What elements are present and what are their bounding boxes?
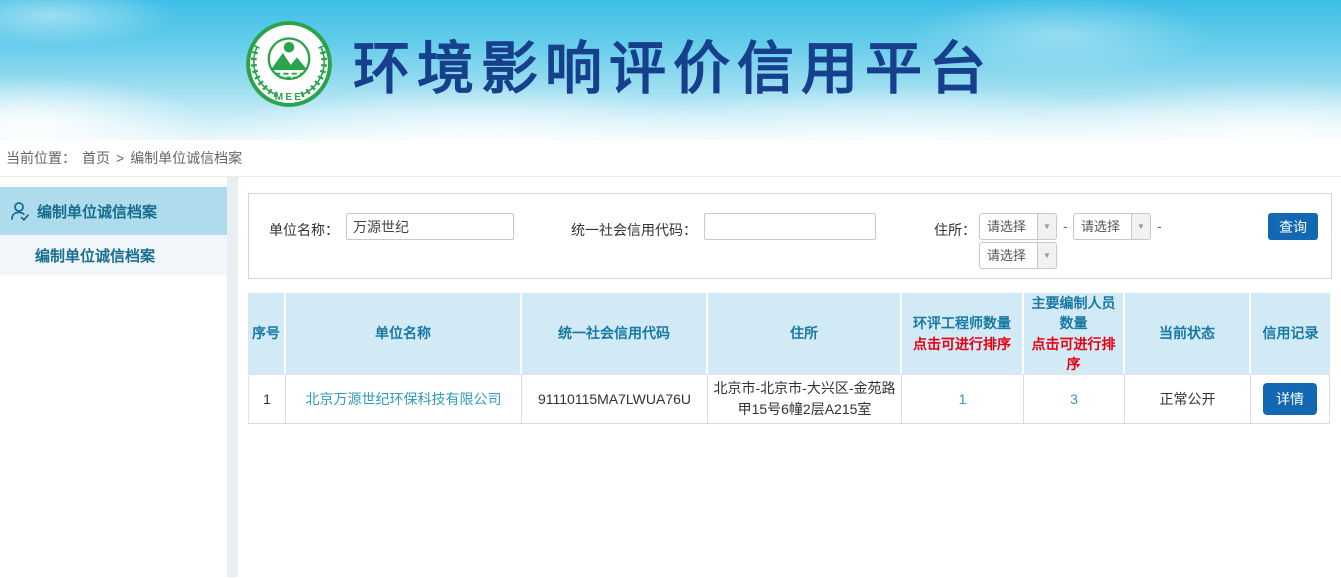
query-button[interactable]: 查询 (1268, 213, 1318, 240)
unit-name-input[interactable] (346, 213, 514, 240)
breadcrumb-separator: > (116, 150, 124, 166)
sidebar-item-label: 编制单位诚信档案 (37, 201, 157, 222)
breadcrumb-current: 编制单位诚信档案 (130, 148, 242, 168)
user-check-icon (8, 199, 32, 223)
breadcrumb: 当前位置： 首页 > 编制单位诚信档案 (0, 140, 1341, 177)
cell-index: 1 (248, 374, 286, 424)
svg-text:MEE: MEE (275, 92, 304, 103)
col-header-staff-count-sortable[interactable]: 主要编制人员数量 点击可进行排序 (1024, 293, 1125, 374)
main-area: 单位名称： 统一社会信用代码： 住所： 请选择 ▼ - 请选择 ▼ - 请选择 … (238, 177, 1341, 577)
sidebar: 编制单位诚信档案 编制单位诚信档案 (0, 177, 227, 577)
city-select[interactable]: 请选择 ▼ (1073, 213, 1151, 240)
col-header-credit-record: 信用记录 (1251, 293, 1330, 374)
cell-status: 正常公开 (1125, 374, 1251, 424)
results-table: 序号 单位名称 统一社会信用代码 住所 环评工程师数量 点击可进行排序 主要编制… (248, 293, 1330, 424)
city-select-value: 请选择 (1074, 214, 1131, 239)
address-label: 住所： (934, 220, 976, 240)
cell-credit-code: 91110115MA7LWUA76U (522, 374, 708, 424)
credit-code-input[interactable] (704, 213, 876, 240)
col-header-engineer-count-sortable[interactable]: 环评工程师数量 点击可进行排序 (902, 293, 1024, 374)
col-header-address: 住所 (708, 293, 902, 374)
sidebar-subitem-label: 编制单位诚信档案 (35, 245, 155, 266)
province-select[interactable]: 请选择 ▼ (979, 213, 1057, 240)
sidebar-divider (227, 177, 238, 577)
chevron-down-icon[interactable]: ▼ (1131, 214, 1150, 239)
sidebar-item-unit-credit-archive[interactable]: 编制单位诚信档案 (0, 187, 227, 235)
staff-count-link[interactable]: 3 (1070, 391, 1078, 407)
col-header-unit-name: 单位名称 (286, 293, 522, 374)
breadcrumb-prefix: 当前位置： (6, 148, 76, 168)
col-header-credit-code: 统一社会信用代码 (522, 293, 708, 374)
col-header-status: 当前状态 (1125, 293, 1251, 374)
engineer-count-link[interactable]: 1 (959, 391, 967, 407)
sort-hint: 点击可进行排序 (904, 334, 1020, 354)
district-select-value: 请选择 (980, 243, 1037, 268)
chevron-down-icon[interactable]: ▼ (1037, 243, 1056, 268)
breadcrumb-home-link[interactable]: 首页 (82, 148, 110, 168)
page: MEE 环境影响评价信用平台 当前位置： 首页 > 编制单位诚信档案 编制单位诚… (0, 0, 1341, 578)
district-select[interactable]: 请选择 ▼ (979, 242, 1057, 269)
credit-code-label: 统一社会信用代码： (571, 220, 697, 240)
table-header-row: 序号 单位名称 统一社会信用代码 住所 环评工程师数量 点击可进行排序 主要编制… (248, 293, 1330, 374)
province-select-value: 请选择 (980, 214, 1037, 239)
address-dash-2: - (1157, 218, 1162, 234)
detail-button[interactable]: 详情 (1263, 383, 1317, 415)
site-title: 环境影响评价信用平台 (353, 23, 993, 105)
col-header-index: 序号 (248, 293, 286, 374)
chevron-down-icon[interactable]: ▼ (1037, 214, 1056, 239)
unit-name-link[interactable]: 北京万源世纪环保科技有限公司 (306, 391, 502, 407)
sidebar-subitem-unit-credit-archive[interactable]: 编制单位诚信档案 (0, 235, 227, 275)
search-panel: 单位名称： 统一社会信用代码： 住所： 请选择 ▼ - 请选择 ▼ - 请选择 … (248, 193, 1332, 279)
cell-address: 北京市-北京市-大兴区-金苑路甲15号6幢2层A215室 (708, 374, 902, 424)
address-dash-1: - (1063, 218, 1068, 234)
site-header: MEE 环境影响评价信用平台 (0, 0, 1341, 140)
mee-logo-icon: MEE (245, 18, 333, 110)
unit-name-label: 单位名称： (269, 220, 339, 240)
table-row: 1 北京万源世纪环保科技有限公司 91110115MA7LWUA76U 北京市-… (248, 374, 1330, 424)
sort-hint: 点击可进行排序 (1026, 334, 1121, 375)
